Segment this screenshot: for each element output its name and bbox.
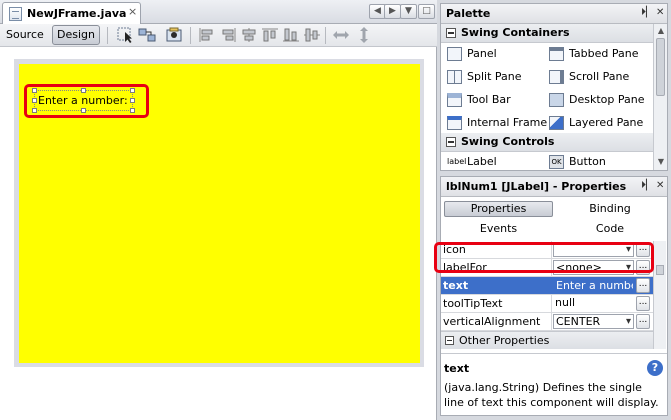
properties-title: lblNum1 [JLabel] - Properties xyxy=(446,180,627,193)
tabbed-pane-icon xyxy=(549,47,564,61)
text-value-field[interactable]: Enter a number: xyxy=(553,278,634,293)
label-icon: label xyxy=(447,157,467,166)
align-right-icon[interactable] xyxy=(219,27,237,43)
design-view-tab[interactable]: Design xyxy=(52,25,100,45)
minimize-icon[interactable]: ⏵▏ xyxy=(641,180,654,191)
scroll-pane-icon xyxy=(549,70,564,84)
palette-title: Palette xyxy=(446,7,491,20)
close-icon[interactable]: ✕ xyxy=(656,180,664,191)
collapse-icon[interactable] xyxy=(445,336,454,345)
internal-frame-icon xyxy=(447,116,462,130)
custom-editor-button[interactable]: ... xyxy=(636,314,650,329)
minimize-icon[interactable]: ⏵▏ xyxy=(641,7,654,18)
category-label: Swing Containers xyxy=(461,26,570,39)
scroll-thumb[interactable] xyxy=(656,38,665,96)
verticalalignment-value-combo[interactable]: CENTER xyxy=(553,314,634,329)
palette-panel: Palette ⏵▏ ✕ Swing Containers Panel Tabb… xyxy=(440,3,668,171)
text-property-highlight-box xyxy=(434,242,654,273)
maximize-button[interactable]: □ xyxy=(418,4,435,19)
document-tab-title: NewJFrame.java xyxy=(27,7,127,20)
description-body: (java.lang.String) Defines the single li… xyxy=(444,381,659,409)
toolbar-separator xyxy=(107,27,108,44)
tab-code[interactable]: Code xyxy=(560,222,660,235)
property-row-verticalalignment[interactable]: verticalAlignment CENTER ... xyxy=(441,313,653,331)
tab-properties[interactable]: Properties xyxy=(444,201,553,217)
tab-events[interactable]: Events xyxy=(444,222,553,235)
category-swing-controls[interactable]: Swing Controls xyxy=(441,133,653,152)
vertical-resize-icon[interactable] xyxy=(355,27,373,43)
tab-binding[interactable]: Binding xyxy=(560,202,660,215)
help-icon[interactable]: ? xyxy=(647,360,663,376)
document-tab[interactable]: NewJFrame.java × xyxy=(2,2,141,25)
toolbar-separator xyxy=(190,27,191,44)
editor-tab-bar: NewJFrame.java × ◀ ▶ ▼ □ xyxy=(0,0,437,25)
close-icon[interactable]: × xyxy=(128,5,137,18)
description-title: text xyxy=(444,362,470,375)
java-file-icon xyxy=(9,7,22,21)
document-list-button[interactable]: ▼ xyxy=(400,4,417,19)
design-toolbar: Source Design xyxy=(0,24,437,47)
palette-scrollbar[interactable]: ▲ ▼ xyxy=(653,24,667,170)
align-left-icon[interactable] xyxy=(198,27,216,43)
panel-icon xyxy=(447,47,462,61)
tooltiptext-value[interactable]: null xyxy=(553,296,634,311)
scroll-up-icon[interactable]: ▲ xyxy=(654,26,668,35)
horizontal-resize-icon[interactable] xyxy=(332,27,350,43)
other-properties-section[interactable]: Other Properties xyxy=(441,331,653,349)
properties-title-bar: lblNum1 [JLabel] - Properties ⏵▏ ✕ xyxy=(441,177,667,197)
custom-editor-button[interactable]: ... xyxy=(636,278,650,293)
custom-editor-button[interactable]: ... xyxy=(636,296,650,311)
scroll-down-icon[interactable]: ▼ xyxy=(654,157,668,166)
layered-pane-icon xyxy=(549,116,564,130)
button-icon: OK xyxy=(549,155,564,169)
property-row-text[interactable]: text Enter a number: ... xyxy=(441,277,653,295)
connection-mode-icon[interactable] xyxy=(138,27,156,43)
label-highlight-box xyxy=(24,84,149,118)
close-icon[interactable]: ✕ xyxy=(656,7,664,18)
property-row-tooltiptext[interactable]: toolTipText null ... xyxy=(441,295,653,313)
center-vertically-icon[interactable] xyxy=(303,27,321,43)
toolbar-icon xyxy=(447,93,462,107)
category-swing-containers[interactable]: Swing Containers xyxy=(441,24,653,43)
align-top-icon[interactable] xyxy=(261,27,279,43)
desktop-pane-icon xyxy=(549,93,564,107)
toolbar-separator xyxy=(325,27,326,44)
category-label: Swing Controls xyxy=(461,135,555,148)
split-pane-icon xyxy=(447,70,462,84)
properties-scrollbar[interactable] xyxy=(653,241,666,349)
center-horizontally-icon[interactable] xyxy=(240,27,258,43)
preview-design-icon[interactable] xyxy=(165,27,183,43)
palette-title-bar: Palette ⏵▏ ✕ xyxy=(441,4,667,24)
scroll-right-button[interactable]: ▶ xyxy=(384,4,401,19)
source-view-tab[interactable]: Source xyxy=(6,28,44,41)
scroll-thumb[interactable] xyxy=(656,265,664,275)
collapse-icon[interactable] xyxy=(446,28,456,38)
collapse-icon[interactable] xyxy=(446,137,456,147)
align-bottom-icon[interactable] xyxy=(282,27,300,43)
selection-mode-icon[interactable] xyxy=(117,27,135,43)
